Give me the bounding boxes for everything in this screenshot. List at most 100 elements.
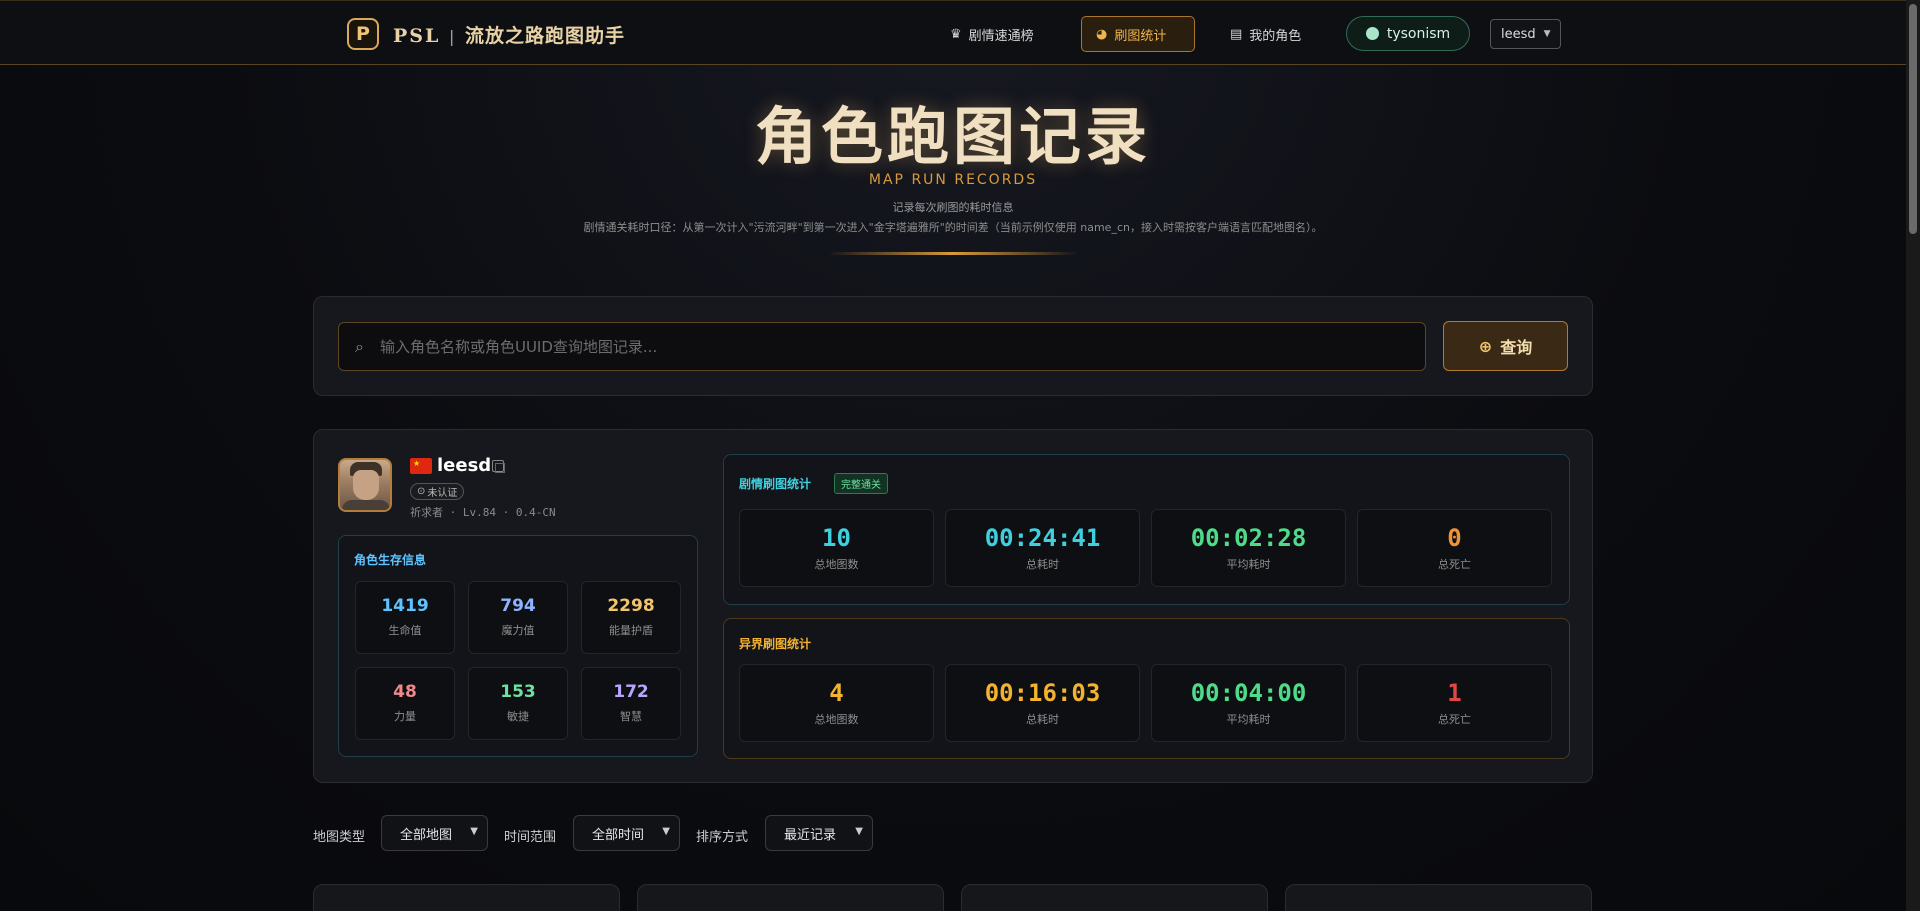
stat-label: 总地图数 (814, 713, 859, 726)
search-icon: ⌕ (355, 336, 364, 356)
map-type-select[interactable]: 全部地图 ▼ (381, 815, 488, 851)
stat-life: 1419 生命值 (355, 581, 455, 654)
stat-value: 4 (829, 679, 844, 707)
brand-subtitle: 流放之路跑图助手 (465, 24, 626, 47)
stat-value: 153 (500, 682, 536, 702)
chevron-down-icon: ▼ (855, 826, 863, 837)
endgame-total-maps: 4 总地图数 (739, 664, 934, 742)
character-profile-card: ★ leesd ⊙ 未认证 祈求者 · Lv.84 · 0.4-CN 角色生存信… (313, 429, 1593, 783)
nav-my-characters[interactable]: ▤ 我的角色 (1216, 16, 1315, 52)
stat-label: 总耗时 (1026, 558, 1059, 571)
china-flag-icon: ★ (410, 458, 432, 474)
stat-value: 48 (393, 682, 417, 702)
stat-label: 敏捷 (507, 710, 529, 723)
query-button[interactable]: ⊕ 查询 (1443, 321, 1568, 371)
stat-value: 00:16:03 (984, 679, 1101, 707)
top-navbar: P PSL | 流放之路跑图助手 ♛ 剧情速通榜 ◕ 刷图统计 ▤ 我的角色 t… (0, 0, 1906, 65)
verification-badge-label: 未认证 (427, 488, 458, 499)
query-button-label: 查询 (1500, 338, 1533, 357)
story-run-stats-panel: 剧情刷图统计 完整通关 10 总地图数 00:24:41 总耗时 00:02:2… (723, 454, 1570, 605)
stat-label: 平均耗时 (1226, 713, 1271, 726)
stat-energy-shield: 2298 能量护盾 (581, 581, 681, 654)
user-icon (1365, 27, 1379, 40)
stat-dexterity: 153 敏捷 (468, 667, 568, 740)
stat-label: 总死亡 (1438, 713, 1471, 726)
nav-story-leaderboard[interactable]: ♛ 剧情速通榜 (936, 16, 1048, 52)
stat-value: 00:24:41 (984, 524, 1101, 552)
verification-badge: ⊙ 未认证 (410, 483, 465, 500)
stat-value: 172 (613, 682, 649, 702)
info-icon: ⊙ (417, 486, 426, 497)
time-range-label: 时间范围 (504, 830, 557, 845)
crown-icon: ♛ (950, 26, 962, 42)
sort-value: 最近记录 (784, 827, 837, 843)
record-card[interactable] (961, 884, 1268, 911)
chevron-down-icon: ▼ (1543, 29, 1551, 39)
stat-label: 魔力值 (501, 624, 535, 637)
record-card[interactable] (637, 884, 944, 911)
stat-value: 2298 (607, 596, 655, 616)
page-subtitle: MAP RUN RECORDS (868, 172, 1038, 188)
story-stats-title: 剧情刷图统计 (739, 477, 812, 491)
copy-icon[interactable] (492, 460, 505, 473)
stat-label: 总耗时 (1026, 713, 1059, 726)
story-total-maps: 10 总地图数 (739, 509, 934, 587)
stat-value: 1 (1447, 679, 1462, 707)
search-placeholder: 输入角色名称或角色UUID查询地图记录... (379, 338, 658, 356)
search-input[interactable]: ⌕ 输入角色名称或角色UUID查询地图记录... (338, 322, 1426, 371)
character-select[interactable]: leesd ▼ (1490, 19, 1561, 49)
chevron-down-icon: ▼ (662, 826, 670, 837)
stat-label: 生命值 (388, 624, 422, 637)
stat-label: 智慧 (620, 710, 642, 723)
sort-select[interactable]: 最近记录 ▼ (765, 815, 873, 851)
stat-value: 0 (1447, 524, 1462, 552)
stat-mana: 794 魔力值 (468, 581, 568, 654)
title-divider (828, 252, 1078, 255)
stat-value: 00:02:28 (1190, 524, 1307, 552)
time-range-value: 全部时间 (592, 827, 645, 843)
character-meta: 祈求者 · Lv.84 · 0.4-CN (410, 506, 556, 519)
avatar (338, 458, 392, 512)
stat-label: 力量 (394, 710, 416, 723)
story-total-time: 00:24:41 总耗时 (945, 509, 1140, 587)
map-type-label: 地图类型 (313, 830, 366, 845)
record-card[interactable] (1285, 884, 1592, 911)
nav-map-stats[interactable]: ◕ 刷图统计 (1081, 16, 1195, 52)
character-select-value: leesd (1501, 26, 1536, 42)
time-range-select[interactable]: 全部时间 ▼ (573, 815, 680, 851)
endgame-stats-title: 异界刷图统计 (739, 637, 812, 651)
endgame-total-deaths: 1 总死亡 (1357, 664, 1552, 742)
story-total-deaths: 0 总死亡 (1357, 509, 1552, 587)
brand-separator: | (449, 26, 457, 46)
brand-name: PSL (393, 24, 441, 47)
sort-label: 排序方式 (696, 830, 749, 845)
survival-info-panel: 角色生存信息 1419 生命值 794 魔力值 2298 能量护盾 48 力量 … (338, 535, 698, 757)
id-card-icon: ▤ (1230, 26, 1243, 42)
survival-title: 角色生存信息 (354, 553, 427, 567)
endgame-run-stats-panel: 异界刷图统计 4 总地图数 00:16:03 总耗时 00:04:00 平均耗时… (723, 618, 1570, 759)
stat-strength: 48 力量 (355, 667, 455, 740)
stat-value: 10 (822, 524, 851, 552)
stat-label: 总死亡 (1438, 558, 1471, 571)
user-button[interactable]: tysonism (1346, 16, 1470, 51)
stat-intelligence: 172 智慧 (581, 667, 681, 740)
completed-tag: 完整通关 (834, 473, 888, 494)
logo-icon: P (347, 18, 379, 50)
stat-label: 能量护盾 (609, 624, 653, 637)
nav-label: 我的角色 (1249, 28, 1302, 44)
page-description: 记录每次刷图的耗时信息 (892, 201, 1014, 214)
map-type-value: 全部地图 (400, 827, 453, 843)
brand[interactable]: P PSL | 流放之路跑图助手 (347, 18, 625, 50)
endgame-total-time: 00:16:03 总耗时 (945, 664, 1140, 742)
brand-title: PSL | 流放之路跑图助手 (393, 21, 625, 48)
stat-label: 平均耗时 (1226, 558, 1271, 571)
search-card: ⌕ 输入角色名称或角色UUID查询地图记录... ⊕ 查询 (313, 296, 1593, 396)
stat-value: 794 (500, 596, 536, 616)
crosshair-icon: ⊕ (1478, 336, 1493, 356)
page-description-detail: 剧情通关耗时口径：从第一次计入"污流河畔"到第一次进入"金字塔遍雅所"的时间差（… (583, 221, 1323, 234)
story-average-time: 00:02:28 平均耗时 (1151, 509, 1346, 587)
scrollbar-thumb[interactable] (1909, 4, 1917, 234)
user-name: tysonism (1386, 25, 1451, 42)
scrollbar[interactable] (1906, 0, 1920, 911)
record-card[interactable] (313, 884, 620, 911)
